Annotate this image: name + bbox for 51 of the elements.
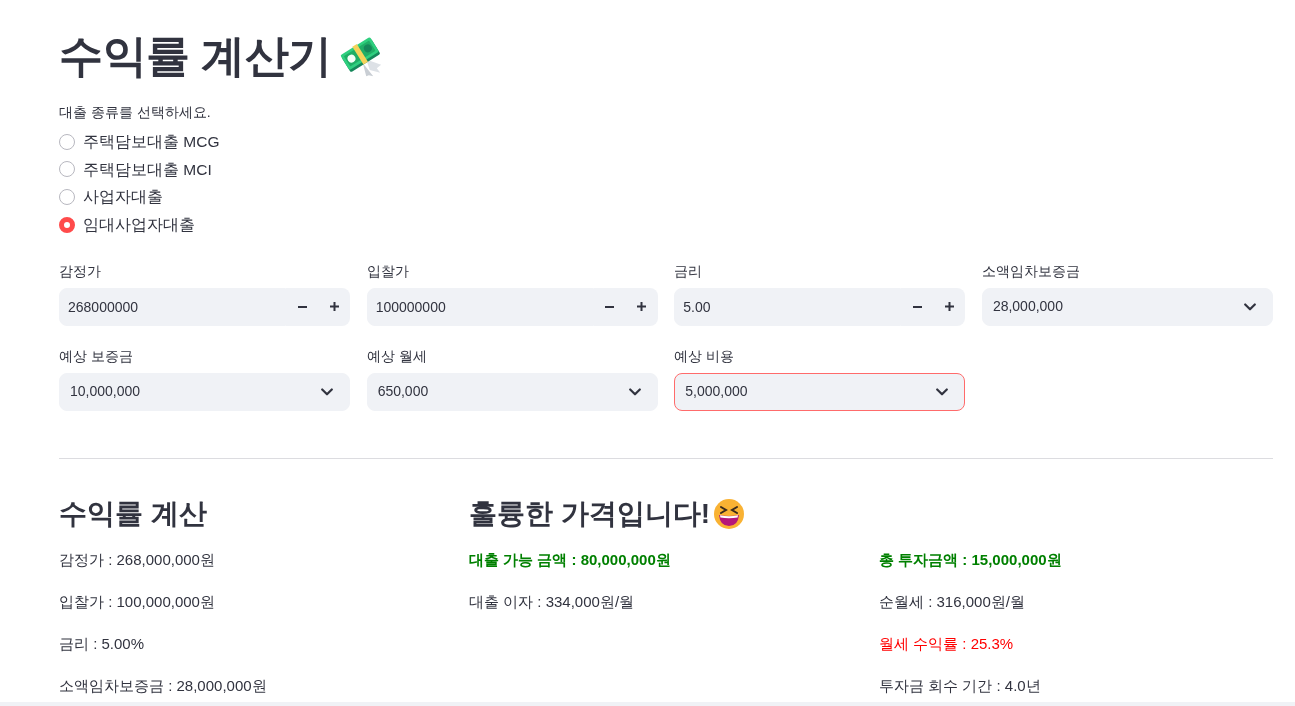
select-field[interactable]: 28,000,000	[981, 287, 1273, 326]
field-label: 예상 월세	[366, 346, 427, 366]
radio-group-label: 대출 종류를 선택하세요.	[59, 103, 211, 122]
plus-icon	[637, 302, 647, 312]
field-label: 예상 보증금	[59, 346, 133, 366]
section-heading: 수익률 계산	[59, 496, 207, 531]
page-title: 수익률 계산기	[59, 30, 332, 82]
laughing-face-icon	[714, 498, 745, 529]
increment-button[interactable]	[318, 287, 351, 326]
number-field[interactable]: 5.00	[674, 287, 902, 326]
radio-option[interactable]: 임대사업자대출	[59, 211, 195, 238]
radio-option[interactable]: 주택담보대출 MCI	[59, 156, 212, 182]
result-text: 대출 이자 : 334,000원/월	[469, 591, 636, 612]
result-text: 총 투자금액 : 15,000,000원	[879, 549, 1063, 570]
result-text: 감정가 : 268,000,000원	[59, 549, 216, 570]
radio-option[interactable]: 주택담보대출 MCG	[59, 129, 220, 155]
result-text: 입찰가 : 100,000,000원	[59, 591, 216, 612]
field-label: 소액임차보증금	[981, 261, 1080, 281]
radio-button[interactable]	[59, 133, 75, 150]
chevron-down-icon	[1244, 302, 1256, 311]
number-field[interactable]: 100000000	[366, 287, 594, 326]
chevron-down-icon	[321, 387, 334, 396]
result-text: 금리 : 5.00%	[59, 633, 146, 654]
radio-button[interactable]	[59, 216, 75, 233]
minus-icon	[297, 305, 307, 308]
plus-icon	[944, 302, 954, 312]
radio-button[interactable]	[59, 188, 75, 205]
radio-option[interactable]: 사업자대출	[59, 184, 163, 210]
select-field[interactable]: 5,000,000	[674, 372, 966, 411]
select-field[interactable]: 650,000	[366, 372, 658, 411]
chevron-down-icon	[628, 387, 641, 396]
field-label: 금리	[674, 261, 703, 281]
result-text: 월세 수익률 : 25.3%	[879, 633, 1015, 654]
money-with-wings-icon	[339, 35, 382, 77]
minus-icon	[912, 305, 922, 308]
number-field[interactable]: 268000000	[59, 287, 287, 326]
chevron-down-icon	[936, 387, 949, 396]
increment-button[interactable]	[625, 287, 658, 326]
section-heading: 훌륭한 가격입니다!	[469, 496, 711, 531]
result-text: 대출 가능 금액 : 80,000,000원	[469, 549, 672, 570]
field-label: 입찰가	[366, 261, 409, 281]
select-field[interactable]: 10,000,000	[59, 372, 351, 411]
radio-button[interactable]	[59, 161, 75, 178]
minus-icon	[605, 305, 615, 308]
result-text: 순월세 : 316,000원/월	[879, 591, 1026, 612]
field-label: 감정가	[59, 261, 101, 281]
increment-button[interactable]	[933, 287, 966, 326]
result-text: 투자금 회수 기간 : 4.0년	[879, 675, 1042, 696]
field-label: 예상 비용	[674, 346, 735, 366]
plus-icon	[329, 302, 339, 312]
result-text: 소액임차보증금 : 28,000,000원	[59, 675, 268, 696]
